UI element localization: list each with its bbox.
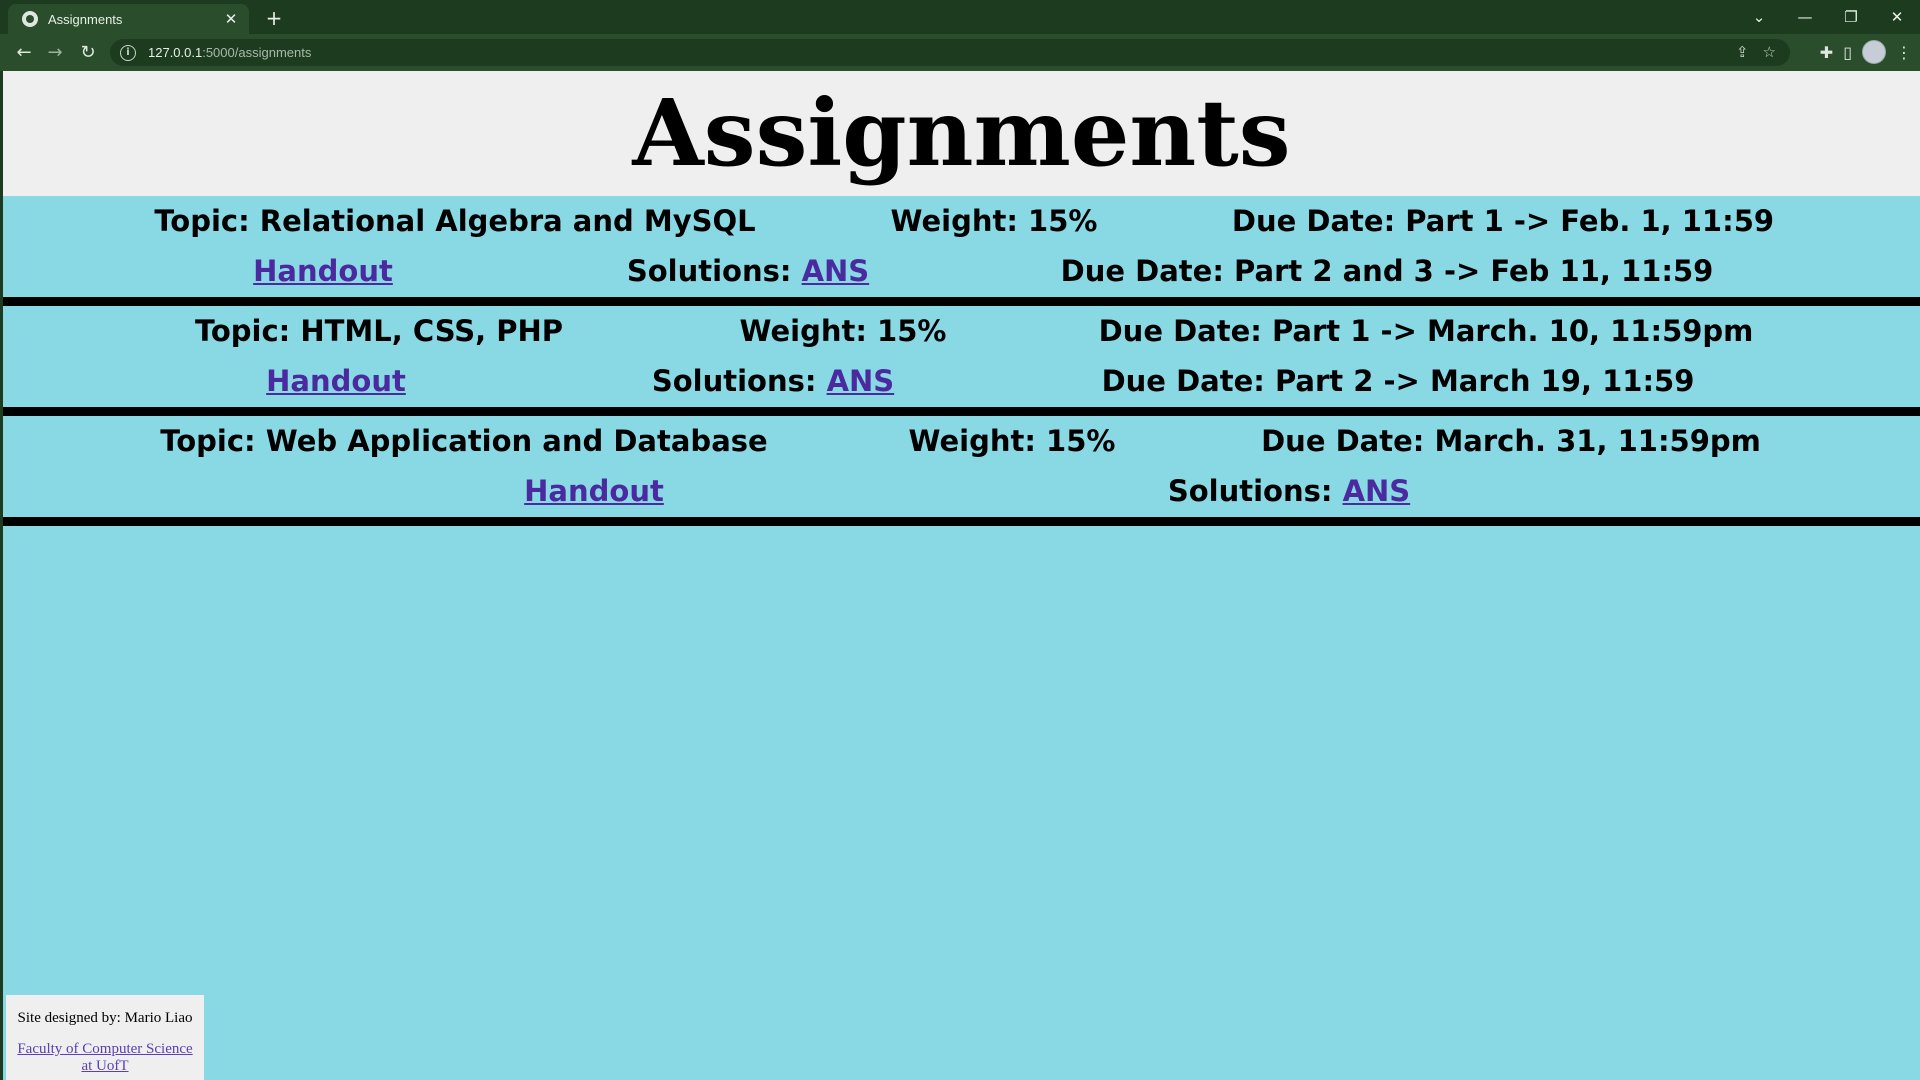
- assignment-due-date: Due Date: Part 1 -> March. 10, 11:59pm: [1098, 314, 1754, 348]
- solutions-label: Solutions:: [651, 364, 817, 398]
- profile-avatar[interactable]: [1862, 40, 1886, 64]
- window-controls: ⌄ — ❐ ✕: [1736, 0, 1920, 34]
- assignment-topic: Topic: Relational Algebra and MySQL: [154, 204, 756, 238]
- assignment-due-date: Due Date: March. 31, 11:59pm: [1261, 424, 1761, 458]
- info-icon[interactable]: i: [120, 44, 136, 61]
- handout-link[interactable]: Handout: [253, 254, 393, 288]
- omnibox-actions: ⇪ ☆: [1736, 43, 1776, 61]
- assignment-due-date-2: Due Date: Part 2 and 3 -> Feb 11, 11:59: [1060, 254, 1714, 288]
- solutions-link[interactable]: ANS: [827, 364, 895, 398]
- faculty-link-line1: Faculty of Computer Science: [17, 1041, 193, 1057]
- solutions-label: Solutions:: [1167, 474, 1333, 508]
- tab-search-icon[interactable]: ⌄: [1736, 8, 1782, 26]
- assignment-row: Topic: Relational Algebra and MySQL Weig…: [3, 196, 1920, 306]
- tab-title: Assignments: [48, 11, 123, 27]
- assignment-topic: Topic: Web Application and Database: [160, 424, 768, 458]
- assignment-weight: Weight: 15%: [739, 314, 947, 348]
- solutions-label: Solutions:: [626, 254, 792, 288]
- assignment-topic: Topic: HTML, CSS, PHP: [194, 314, 564, 348]
- faculty-link-line2: at UofT: [81, 1058, 129, 1074]
- page-title: Assignments: [632, 79, 1291, 187]
- solutions-cell: Solutions: ANS: [1168, 474, 1410, 508]
- assignment-due-date-2: Due Date: Part 2 -> March 19, 11:59: [1101, 364, 1695, 398]
- solutions-link[interactable]: ANS: [802, 254, 870, 288]
- assignment-row: Topic: HTML, CSS, PHP Weight: 15% Due Da…: [3, 306, 1920, 416]
- bookmark-star-icon[interactable]: ☆: [1763, 43, 1776, 61]
- page-body: Assignments Topic: Relational Algebra an…: [0, 71, 1920, 1080]
- share-icon[interactable]: ⇪: [1736, 43, 1749, 61]
- back-button[interactable]: ←: [12, 41, 36, 65]
- reload-button[interactable]: ↻: [76, 41, 100, 65]
- assignment-weight: Weight: 15%: [908, 424, 1116, 458]
- minimize-button[interactable]: —: [1782, 8, 1828, 26]
- page-header: Assignments: [3, 71, 1920, 196]
- globe-icon: [22, 11, 38, 27]
- new-tab-button[interactable]: +: [262, 6, 286, 30]
- assignment-weight: Weight: 15%: [890, 204, 1098, 238]
- handout-link-cell: Handout: [524, 474, 664, 508]
- toolbar-right: ✚ ▯ ⋮: [1820, 40, 1912, 64]
- close-icon[interactable]: ✕: [221, 10, 241, 28]
- solutions-link[interactable]: ANS: [1343, 474, 1411, 508]
- extensions-icon[interactable]: ✚: [1820, 43, 1833, 62]
- forward-button[interactable]: →: [43, 41, 67, 65]
- menu-icon[interactable]: ⋮: [1896, 43, 1912, 62]
- browser-tab[interactable]: Assignments ✕: [8, 4, 249, 34]
- address-bar[interactable]: i 127.0.0.1:5000/assignments ⇪ ☆: [110, 39, 1790, 66]
- handout-link[interactable]: Handout: [524, 474, 664, 508]
- handout-link[interactable]: Handout: [266, 364, 406, 398]
- side-panel-icon[interactable]: ▯: [1843, 43, 1852, 62]
- url-text[interactable]: 127.0.0.1:5000/assignments: [148, 45, 311, 60]
- close-window-button[interactable]: ✕: [1874, 8, 1920, 26]
- solutions-cell: Solutions: ANS: [652, 364, 894, 398]
- handout-link-cell: Handout: [253, 254, 393, 288]
- solutions-cell: Solutions: ANS: [627, 254, 869, 288]
- assignment-row: Topic: Web Application and Database Weig…: [3, 416, 1920, 526]
- browser-toolbar: ← → ↻ i 127.0.0.1:5000/assignments ⇪ ☆ ✚…: [0, 34, 1920, 71]
- handout-link-cell: Handout: [266, 364, 406, 398]
- designer-credit: Site designed by: Mario Liao: [17, 1010, 193, 1026]
- assignment-due-date: Due Date: Part 1 -> Feb. 1, 11:59: [1231, 204, 1775, 238]
- restore-button[interactable]: ❐: [1828, 8, 1874, 26]
- faculty-link[interactable]: Faculty of Computer Science at UofT: [6, 1041, 204, 1075]
- site-footer: Site designed by: Mario Liao Faculty of …: [6, 995, 204, 1080]
- tab-strip: Assignments ✕ + ⌄ — ❐ ✕: [0, 0, 1920, 34]
